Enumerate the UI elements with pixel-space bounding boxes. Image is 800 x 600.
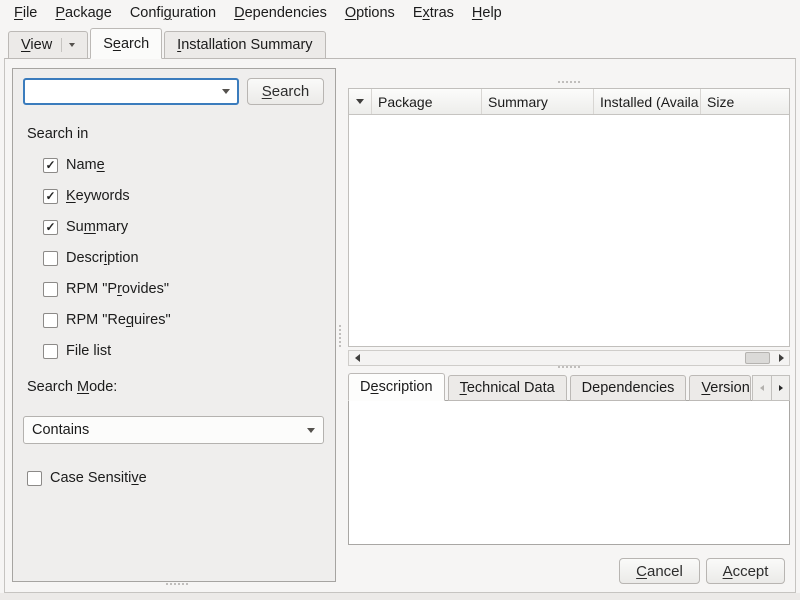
splitter-handle-table-bottom[interactable] xyxy=(558,366,580,368)
accept-button[interactable]: Accept xyxy=(706,558,785,584)
tab-dependencies[interactable]: Dependencies xyxy=(570,375,687,401)
package-table-header: Package Summary Installed (Availa Size xyxy=(349,89,789,115)
checkbox-box[interactable]: ✓ xyxy=(43,282,58,297)
chevron-down-icon[interactable] xyxy=(69,43,75,47)
menu-package[interactable]: Package xyxy=(46,2,120,24)
tab-technical-data-label: Technical Data xyxy=(460,380,555,396)
checkbox-box[interactable]: ✓ xyxy=(43,220,58,235)
menu-bar: File Package Configuration Dependencies … xyxy=(0,0,800,26)
checkbox-rpm-requires-label[interactable]: RPM "Requires" xyxy=(66,312,171,328)
checkbox-name[interactable]: ✓ Name xyxy=(43,157,171,173)
tab-description-label: Description xyxy=(360,379,433,395)
chevron-down-icon xyxy=(222,89,230,94)
view-tab-bar: View Search Installation Summary xyxy=(8,28,328,59)
menu-configuration[interactable]: Configuration xyxy=(121,2,225,24)
chevron-down-icon xyxy=(307,428,315,433)
arrow-right-icon xyxy=(779,385,783,391)
splitter-handle-bottom-left[interactable] xyxy=(166,583,188,585)
scrollbar-thumb[interactable] xyxy=(745,352,770,364)
checkbox-rpm-provides[interactable]: ✓ RPM "Provides" xyxy=(43,281,171,297)
check-icon: ✓ xyxy=(45,159,55,171)
checkbox-box[interactable]: ✓ xyxy=(43,189,58,204)
search-input[interactable] xyxy=(25,80,215,103)
checkbox-summary-label[interactable]: Summary xyxy=(66,219,128,235)
checkbox-keywords[interactable]: ✓ Keywords xyxy=(43,188,171,204)
column-header-summary[interactable]: Summary xyxy=(482,89,594,114)
menu-dependencies[interactable]: Dependencies xyxy=(225,2,336,24)
search-in-label: Search in xyxy=(27,126,88,142)
checkbox-file-list-label[interactable]: File list xyxy=(66,343,111,359)
column-header-package[interactable]: Package xyxy=(372,89,482,114)
package-table-body[interactable] xyxy=(349,115,789,346)
menu-options[interactable]: Options xyxy=(336,2,404,24)
tab-versions[interactable]: Versions xyxy=(689,375,751,401)
tab-description[interactable]: Description xyxy=(348,373,445,401)
cancel-button[interactable]: Cancel xyxy=(619,558,700,584)
splitter-handle-vertical[interactable] xyxy=(339,325,341,347)
scroll-right-button[interactable] xyxy=(773,351,789,365)
check-icon: ✓ xyxy=(45,190,55,202)
status-column-header[interactable] xyxy=(349,89,372,114)
checkbox-keywords-label[interactable]: Keywords xyxy=(66,188,130,204)
checkbox-description-label[interactable]: Description xyxy=(66,250,139,266)
status-filter-icon xyxy=(356,99,364,104)
checkbox-case-sensitive-label[interactable]: Case Sensitive xyxy=(50,470,147,486)
column-header-size[interactable]: Size xyxy=(701,89,789,114)
column-header-installed-available[interactable]: Installed (Availa xyxy=(594,89,701,114)
tab-search-label: Search xyxy=(103,36,149,52)
checkbox-box[interactable]: ✓ xyxy=(27,471,42,486)
checkbox-rpm-provides-label[interactable]: RPM "Provides" xyxy=(66,281,169,297)
tab-technical-data[interactable]: Technical Data xyxy=(448,375,567,401)
detail-tab-bar: Description Technical Data Dependencies … xyxy=(348,373,790,401)
checkbox-box[interactable]: ✓ xyxy=(43,251,58,266)
tab-installation-summary[interactable]: Installation Summary xyxy=(164,31,325,59)
tab-scroll-left-button[interactable] xyxy=(752,375,771,401)
scroll-left-button[interactable] xyxy=(349,351,365,365)
search-panel: Search Search in ✓ Name ✓ Keywords ✓ Sum… xyxy=(12,68,336,582)
search-button[interactable]: Search xyxy=(247,78,324,105)
tab-installation-summary-label: Installation Summary xyxy=(177,37,312,53)
checkbox-file-list[interactable]: ✓ File list xyxy=(43,343,171,359)
checkbox-box[interactable]: ✓ xyxy=(43,313,58,328)
tab-dependencies-label: Dependencies xyxy=(582,380,675,396)
search-mode-label: Search Mode: xyxy=(27,379,117,395)
horizontal-scrollbar[interactable] xyxy=(348,350,790,366)
tab-view-separator xyxy=(61,38,62,52)
check-icon: ✓ xyxy=(45,221,55,233)
tab-versions-label: Versions xyxy=(701,380,751,396)
checkbox-description[interactable]: ✓ Description xyxy=(43,250,171,266)
tab-view-label: View xyxy=(21,37,52,53)
arrow-left-icon xyxy=(355,354,360,362)
checkbox-name-label[interactable]: Name xyxy=(66,157,105,173)
checkbox-box[interactable]: ✓ xyxy=(43,158,58,173)
search-in-checkbox-group: ✓ Name ✓ Keywords ✓ Summary ✓ Descriptio… xyxy=(43,157,171,359)
checkbox-rpm-requires[interactable]: ✓ RPM "Requires" xyxy=(43,312,171,328)
description-content xyxy=(348,400,790,545)
search-mode-select[interactable]: Contains xyxy=(23,416,324,444)
tab-view[interactable]: View xyxy=(8,31,88,59)
checkbox-case-sensitive[interactable]: ✓ Case Sensitive xyxy=(27,470,147,486)
search-mode-value: Contains xyxy=(32,422,307,438)
menu-extras[interactable]: Extras xyxy=(404,2,463,24)
checkbox-summary[interactable]: ✓ Summary xyxy=(43,219,171,235)
menu-help[interactable]: Help xyxy=(463,2,511,24)
tab-scroll-right-button[interactable] xyxy=(771,375,790,401)
search-combo-arrow-button[interactable] xyxy=(215,80,237,103)
package-table: Package Summary Installed (Availa Size xyxy=(348,88,790,347)
search-combobox[interactable] xyxy=(23,78,239,105)
arrow-right-icon xyxy=(779,354,784,362)
checkbox-box[interactable]: ✓ xyxy=(43,344,58,359)
window-bottom-edge xyxy=(0,593,800,600)
tab-search[interactable]: Search xyxy=(90,28,162,59)
arrow-left-icon xyxy=(760,385,764,391)
menu-file[interactable]: File xyxy=(5,2,46,24)
splitter-handle-table-top[interactable] xyxy=(558,81,580,83)
